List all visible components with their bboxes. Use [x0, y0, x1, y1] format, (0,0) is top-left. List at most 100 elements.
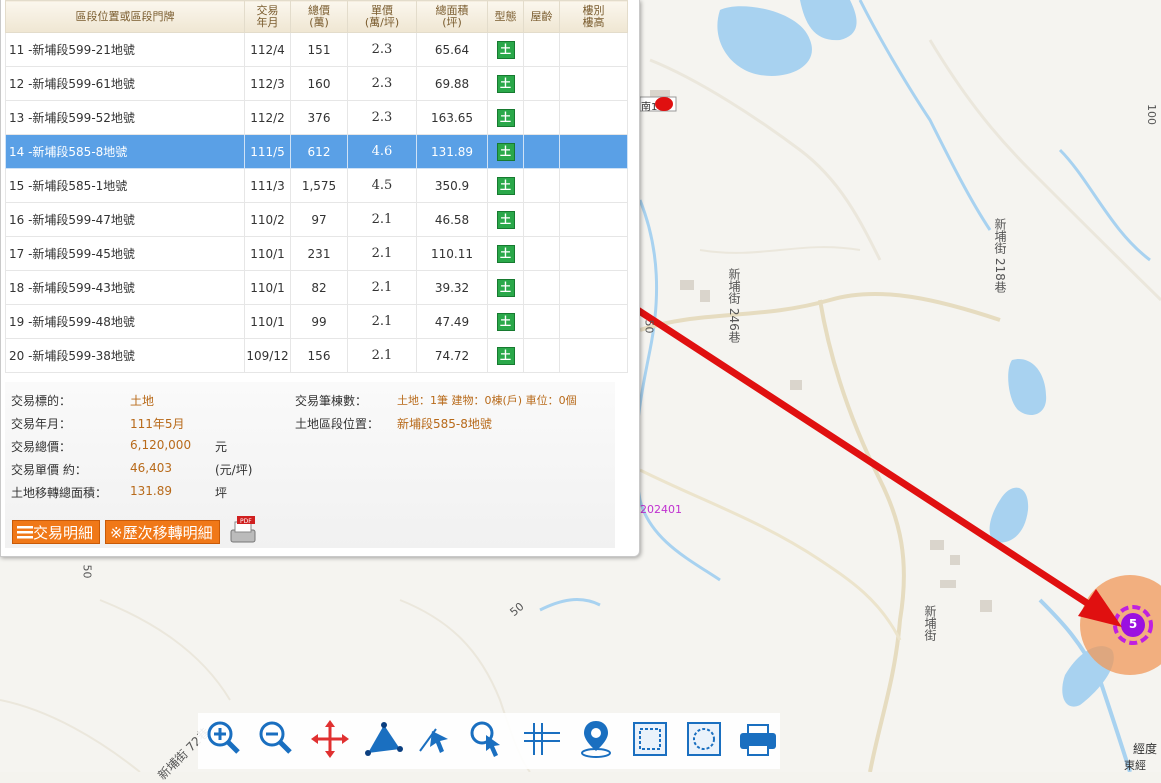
road-number-50c: 50 — [642, 319, 656, 334]
circle-select-icon[interactable] — [682, 717, 726, 761]
cell-address: 15 -新埔段585-1地號 — [5, 168, 245, 203]
detail-date-value: 111年5月 — [130, 417, 185, 431]
click-query-icon[interactable] — [466, 717, 510, 761]
cell-unit-price: 2.3 — [347, 66, 417, 101]
cell-type: 土 — [487, 134, 524, 169]
header-area[interactable]: 總面積 (坪) — [416, 0, 488, 33]
land-type-icon[interactable]: 土 — [496, 142, 515, 161]
transfer-history-button[interactable]: ※歷次移轉明細 — [105, 520, 220, 544]
zoom-in-icon[interactable] — [202, 717, 246, 761]
land-type-icon[interactable]: 土 — [496, 278, 515, 297]
detail-area-value: 131.89 — [130, 484, 172, 498]
table-row[interactable]: 14 -新埔段585-8地號 111/5 612 4.6 131.89 土 — [5, 134, 628, 169]
road-search-icon[interactable] — [520, 717, 564, 761]
header-type[interactable]: 型態 — [487, 0, 524, 33]
cell-type: 土 — [487, 100, 524, 135]
transaction-panel: 區段位置或區段門牌 交易 年月 總價 (萬) 單價 (萬/坪) 總面積 (坪) … — [0, 0, 640, 557]
land-type-icon[interactable]: 土 — [496, 346, 515, 365]
cell-type: 土 — [487, 270, 524, 305]
cell-age — [523, 202, 560, 237]
longitude-label-2: 東經 — [1124, 759, 1146, 772]
cell-age — [523, 32, 560, 67]
cell-total: 97 — [290, 202, 348, 237]
cell-area: 131.89 — [416, 134, 488, 169]
table-row[interactable]: 15 -新埔段585-1地號 111/3 1,575 4.5 350.9 土 — [5, 168, 628, 203]
pdf-print-icon[interactable]: PDF — [227, 514, 259, 546]
cell-date: 112/3 — [244, 66, 291, 101]
location-pin-icon — [655, 97, 673, 111]
cell-type: 土 — [487, 202, 524, 237]
cell-floor — [559, 32, 628, 67]
land-type-icon[interactable]: 土 — [496, 312, 515, 331]
cell-address: 19 -新埔段599-48地號 — [5, 304, 245, 339]
detail-count-label: 交易筆棟數： — [295, 394, 368, 408]
cell-total: 151 — [290, 32, 348, 67]
cell-area: 110.11 — [416, 236, 488, 271]
measure-area-icon[interactable] — [362, 717, 406, 761]
cell-area: 350.9 — [416, 168, 488, 203]
land-type-icon[interactable]: 土 — [496, 210, 515, 229]
detail-unit-label: 交易單價 約： — [11, 463, 87, 477]
cell-age — [523, 168, 560, 203]
table-row[interactable]: 11 -新埔段599-21地號 112/4 151 2.3 65.64 土 — [5, 32, 628, 67]
cell-age — [523, 338, 560, 373]
zoom-out-icon[interactable] — [254, 717, 298, 761]
road-label-246: 新埔街 246巷 — [727, 268, 741, 343]
cell-address: 12 -新埔段599-61地號 — [5, 66, 245, 101]
locate-pin-icon[interactable] — [574, 717, 618, 761]
transaction-detail-button[interactable]: 交易明細 — [12, 520, 100, 544]
table-row[interactable]: 12 -新埔段599-61地號 112/3 160 2.3 69.88 土 — [5, 66, 628, 101]
header-date[interactable]: 交易 年月 — [244, 0, 291, 33]
header-unit-price[interactable]: 單價 (萬/坪) — [347, 0, 417, 33]
land-type-icon[interactable]: 土 — [496, 176, 515, 195]
table-row[interactable]: 18 -新埔段599-43地號 110/1 82 2.1 39.32 土 — [5, 270, 628, 305]
pan-icon[interactable] — [308, 717, 352, 761]
frame-select-icon[interactable] — [628, 717, 672, 761]
land-type-icon[interactable]: 土 — [496, 244, 515, 263]
cell-total: 156 — [290, 338, 348, 373]
cell-area: 163.65 — [416, 100, 488, 135]
land-type-icon[interactable]: 土 — [496, 40, 515, 59]
cell-area: 74.72 — [416, 338, 488, 373]
cell-type: 土 — [487, 304, 524, 339]
cell-unit-price: 4.5 — [347, 168, 417, 203]
cell-area: 46.58 — [416, 202, 488, 237]
cell-total: 1,575 — [290, 168, 348, 203]
header-total[interactable]: 總價 (萬) — [290, 0, 348, 33]
longitude-label: 經度 — [1133, 742, 1158, 756]
printer-icon[interactable] — [736, 717, 780, 761]
table-row[interactable]: 17 -新埔段599-45地號 110/1 231 2.1 110.11 土 — [5, 236, 628, 271]
table-row[interactable]: 13 -新埔段599-52地號 112/2 376 2.3 163.65 土 — [5, 100, 628, 135]
land-type-icon[interactable]: 土 — [496, 74, 515, 93]
cell-total: 99 — [290, 304, 348, 339]
header-floor[interactable]: 樓別 樓高 — [559, 0, 628, 33]
cell-floor — [559, 236, 628, 271]
cell-age — [523, 134, 560, 169]
detail-location-label: 土地區段位置： — [295, 417, 380, 431]
table-row[interactable]: 19 -新埔段599-48地號 110/1 99 2.1 47.49 土 — [5, 304, 628, 339]
cell-unit-price: 2.1 — [347, 304, 417, 339]
svg-text:PDF: PDF — [240, 518, 252, 525]
detail-date-label: 交易年月： — [11, 417, 72, 431]
transfer-history-label: ※歷次移轉明細 — [110, 524, 213, 542]
cell-address: 18 -新埔段599-43地號 — [5, 270, 245, 305]
road-label-218: 新埔街 218巷 — [993, 218, 1007, 293]
cell-unit-price: 2.3 — [347, 32, 417, 67]
select-pointer-icon[interactable] — [414, 717, 458, 761]
header-address[interactable]: 區段位置或區段門牌 — [5, 0, 245, 33]
table-row[interactable]: 16 -新埔段599-47地號 110/2 97 2.1 46.58 土 — [5, 202, 628, 237]
map-toolbar — [198, 713, 780, 769]
cell-total: 231 — [290, 236, 348, 271]
header-age[interactable]: 屋齡 — [523, 0, 560, 33]
list-icon — [17, 522, 33, 546]
detail-total-label: 交易總價： — [11, 440, 72, 454]
cell-unit-price: 2.1 — [347, 338, 417, 373]
cell-age — [523, 66, 560, 101]
cell-type: 土 — [487, 338, 524, 373]
cell-date: 109/12 — [244, 338, 291, 373]
cluster-count[interactable]: 5 — [1124, 617, 1142, 631]
road-label-main: 新埔街 — [923, 605, 937, 641]
land-type-icon[interactable]: 土 — [496, 108, 515, 127]
table-row[interactable]: 20 -新埔段599-38地號 109/12 156 2.1 74.72 土 — [5, 338, 628, 373]
detail-area-label: 土地移轉總面積： — [11, 486, 108, 500]
